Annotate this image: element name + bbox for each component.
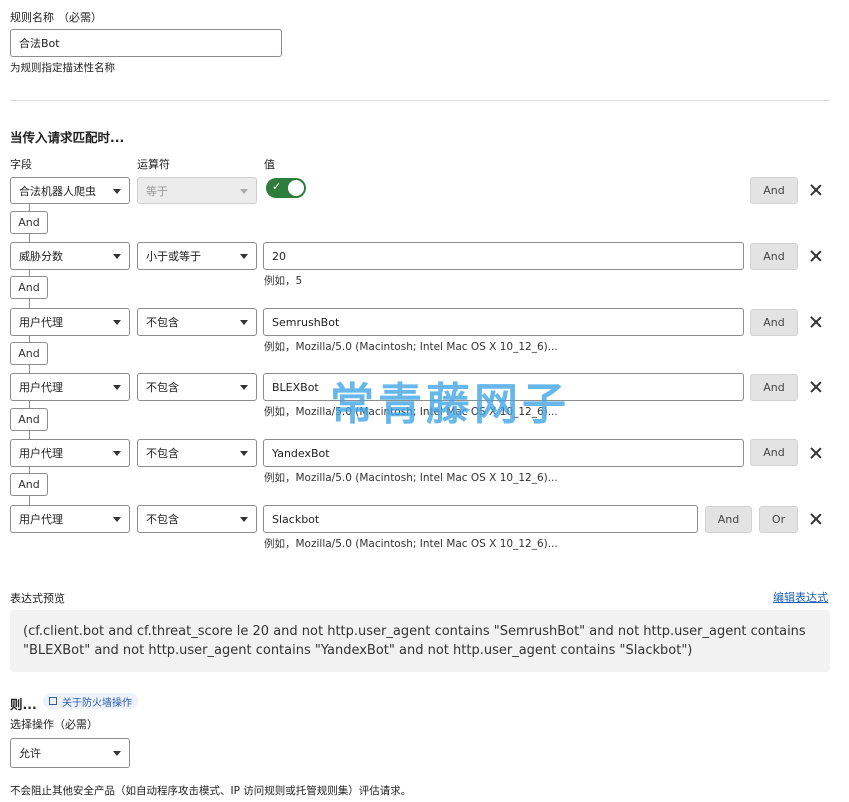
close-icon[interactable]	[809, 512, 823, 526]
connector	[29, 299, 30, 308]
and-button[interactable]: And	[750, 177, 798, 204]
chevron-down-icon	[113, 451, 121, 456]
and-button[interactable]: And	[705, 506, 752, 533]
col-field-label: 字段	[10, 158, 32, 171]
divider	[10, 100, 830, 101]
close-icon[interactable]	[809, 380, 823, 394]
operator-select: 等于	[137, 177, 257, 204]
action-label: 选择操作（必需）	[10, 718, 98, 731]
and-badge: And	[10, 276, 48, 299]
value-input[interactable]: 20	[263, 242, 744, 270]
value-hint: 例如，Mozilla/5.0 (Macintosh; Intel Mac OS …	[264, 538, 558, 550]
watermark: 常青藤网子	[330, 379, 570, 430]
connector	[29, 431, 30, 439]
and-button[interactable]: And	[750, 439, 798, 466]
operator-select[interactable]: 不包含	[137, 373, 257, 401]
expression-preview: (cf.client.bot and cf.threat_score le 20…	[10, 610, 830, 672]
doc-icon	[49, 697, 57, 705]
field-select[interactable]: 威胁分数	[10, 242, 130, 270]
value-hint: 例如，Mozilla/5.0 (Macintosh; Intel Mac OS …	[264, 341, 558, 353]
match-heading: 当传入请求匹配时...	[10, 130, 125, 145]
chevron-down-icon	[240, 517, 248, 522]
field-select[interactable]: 用户代理	[10, 439, 130, 467]
chevron-down-icon	[113, 254, 121, 259]
value-hint: 例如，Mozilla/5.0 (Macintosh; Intel Mac OS …	[264, 472, 558, 484]
close-icon[interactable]	[809, 315, 823, 329]
close-icon[interactable]	[809, 446, 823, 460]
close-icon[interactable]	[809, 183, 823, 197]
value-toggle[interactable]: ✓	[266, 178, 306, 198]
and-badge: And	[10, 408, 48, 431]
or-button[interactable]: Or	[759, 506, 798, 533]
and-badge: And	[10, 342, 48, 365]
action-note: 不会阻止其他安全产品（如自动程序攻击模式、IP 访问规则或托管规则集）评估请求。	[10, 785, 412, 797]
connector	[29, 365, 30, 373]
col-operator-label: 运算符	[137, 158, 170, 171]
value-input[interactable]: YandexBot	[263, 439, 744, 467]
rule-name-help: 为规则指定描述性名称	[10, 62, 115, 74]
and-badge: And	[10, 473, 48, 496]
operator-select[interactable]: 不包含	[137, 505, 257, 533]
chevron-down-icon	[240, 188, 248, 194]
operator-select[interactable]: 不包含	[137, 439, 257, 467]
field-select[interactable]: 用户代理	[10, 308, 130, 336]
action-select[interactable]: 允许	[10, 738, 130, 768]
rule-name-input[interactable]: 合法Bot	[10, 29, 282, 57]
firewall-docs-link[interactable]: 关于防火墙操作	[43, 693, 138, 709]
edit-expression-link[interactable]: 编辑表达式	[773, 589, 828, 605]
col-value-label: 值	[264, 158, 275, 171]
chevron-down-icon	[113, 188, 121, 194]
chevron-down-icon	[113, 320, 121, 325]
toggle-knob	[288, 180, 304, 196]
chevron-down-icon	[113, 385, 121, 390]
rule-name-label: 规则名称 （必需）	[10, 11, 102, 24]
then-heading: 则...	[10, 697, 37, 712]
connector	[29, 234, 30, 242]
connector	[29, 204, 30, 211]
connector	[29, 496, 30, 505]
connector	[29, 401, 30, 408]
chevron-down-icon	[240, 254, 248, 259]
chevron-down-icon	[240, 320, 248, 325]
value-input[interactable]: Slackbot	[263, 505, 698, 533]
and-button[interactable]: And	[750, 309, 798, 336]
check-icon: ✓	[272, 180, 282, 193]
chevron-down-icon	[113, 517, 121, 522]
value-input[interactable]: SemrushBot	[263, 308, 744, 336]
close-icon[interactable]	[809, 249, 823, 263]
and-button[interactable]: And	[750, 374, 798, 401]
field-select[interactable]: 合法机器人爬虫	[10, 177, 130, 204]
field-select[interactable]: 用户代理	[10, 505, 130, 533]
chevron-down-icon	[240, 385, 248, 390]
chevron-down-icon	[113, 751, 121, 756]
chevron-down-icon	[240, 451, 248, 456]
operator-select[interactable]: 不包含	[137, 308, 257, 336]
operator-select[interactable]: 小于或等于	[137, 242, 257, 270]
and-button[interactable]: And	[750, 243, 798, 270]
expression-label: 表达式预览	[10, 592, 65, 605]
and-badge: And	[10, 211, 48, 234]
value-hint: 例如，5	[264, 275, 303, 287]
field-select[interactable]: 用户代理	[10, 373, 130, 401]
